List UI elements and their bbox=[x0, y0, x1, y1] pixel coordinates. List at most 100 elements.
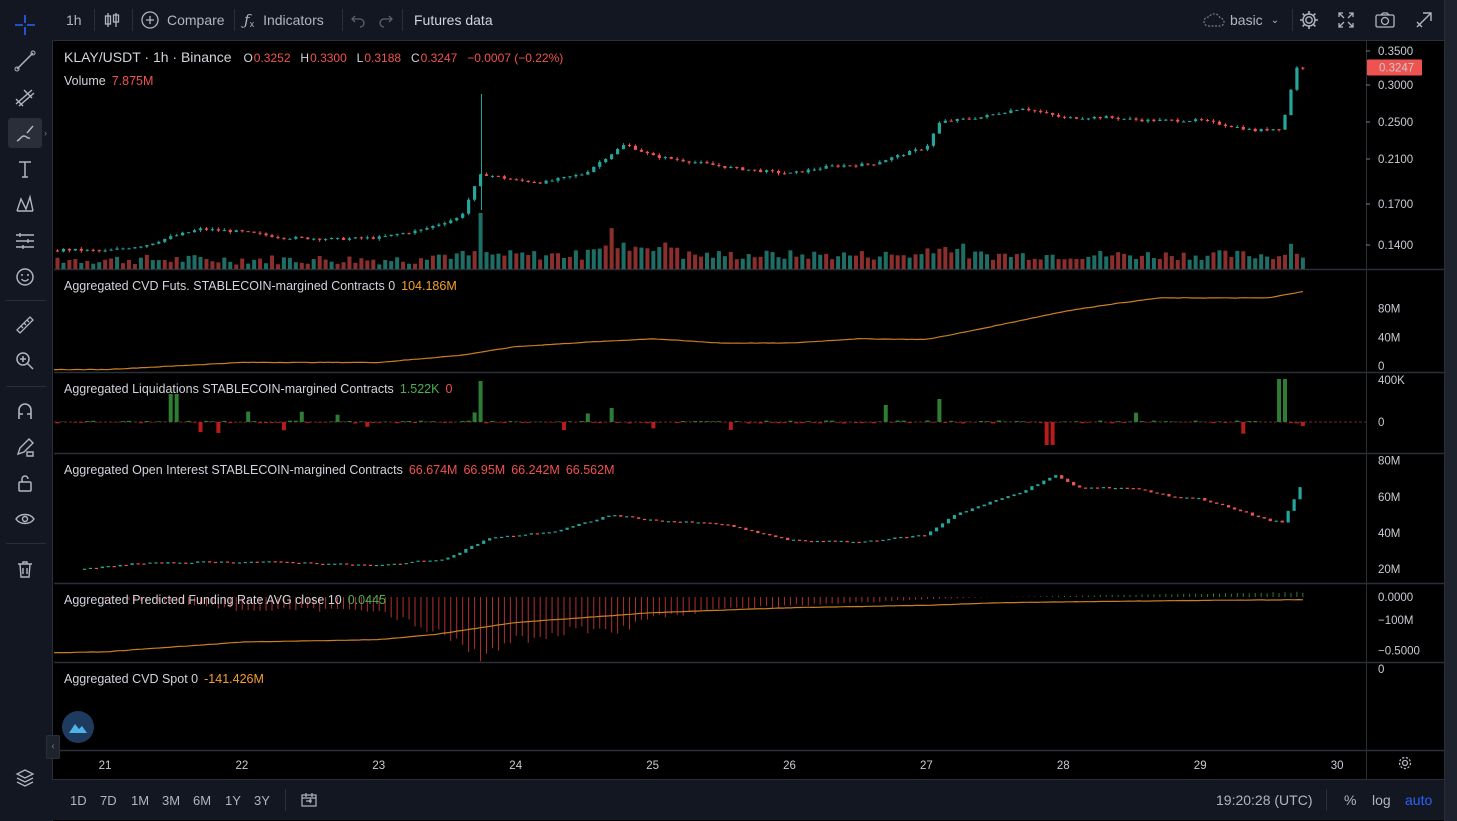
oi-candle bbox=[738, 526, 742, 529]
oi-candle bbox=[869, 540, 873, 542]
toolbar-divider bbox=[132, 9, 133, 31]
candle-body bbox=[1259, 129, 1263, 132]
publish-icon[interactable] bbox=[1414, 0, 1434, 40]
trash-icon[interactable] bbox=[8, 554, 42, 584]
candle-body bbox=[651, 153, 655, 156]
candle-body bbox=[574, 174, 578, 177]
liquidation-bar bbox=[800, 422, 805, 424]
volume-bar bbox=[520, 252, 525, 269]
oi-candle bbox=[124, 564, 128, 567]
crosshair-icon[interactable] bbox=[8, 10, 42, 40]
lock-icon[interactable] bbox=[8, 468, 42, 498]
utc-clock[interactable]: 19:20:28 (UTC) bbox=[1216, 780, 1312, 820]
compare-button[interactable]: Compare bbox=[140, 0, 225, 40]
oi-candle bbox=[607, 515, 611, 518]
emoji-icon[interactable] bbox=[8, 262, 42, 292]
oi-candle bbox=[112, 566, 116, 568]
text-tool-icon[interactable] bbox=[8, 154, 42, 184]
range-1m-button[interactable]: 1M bbox=[131, 780, 149, 820]
interval-button[interactable]: 1h bbox=[66, 0, 82, 40]
candle-body bbox=[282, 237, 286, 239]
volume-bar bbox=[1199, 259, 1204, 269]
camera-icon[interactable] bbox=[1374, 0, 1396, 40]
range-7d-button[interactable]: 7D bbox=[100, 780, 117, 820]
liquidation-bar bbox=[955, 422, 960, 423]
oi-candle bbox=[905, 537, 909, 539]
price-tick-label: 0.2500 bbox=[1378, 117, 1413, 129]
futures-data-button[interactable]: Futures data bbox=[414, 0, 493, 40]
oi-candle bbox=[249, 561, 253, 563]
volume-bar bbox=[407, 263, 412, 269]
liquidation-bar bbox=[508, 421, 513, 422]
oi-candle bbox=[291, 561, 295, 564]
prediction-icon[interactable] bbox=[8, 226, 42, 256]
volume-value: 7.875M bbox=[111, 74, 154, 88]
magnet-icon[interactable] bbox=[8, 396, 42, 426]
trend-line-icon[interactable] bbox=[8, 46, 42, 76]
volume-bar bbox=[1134, 258, 1139, 269]
pattern-icon[interactable] bbox=[8, 190, 42, 220]
candle-style-icon[interactable] bbox=[102, 0, 122, 40]
lock-pencil-icon[interactable] bbox=[8, 432, 42, 462]
liquidation-bar bbox=[466, 420, 471, 422]
liquidation-bar bbox=[812, 422, 817, 423]
submenu-chevron-icon[interactable]: › bbox=[44, 128, 47, 138]
axis-settings-gear-icon[interactable] bbox=[1396, 754, 1414, 777]
right-sidebar-strip[interactable] bbox=[1444, 0, 1457, 821]
ruler-icon[interactable] bbox=[8, 310, 42, 340]
oi-candle bbox=[416, 560, 420, 562]
goto-date-icon[interactable] bbox=[300, 780, 318, 820]
candle-body bbox=[1027, 108, 1031, 111]
candle-body bbox=[1045, 112, 1049, 114]
candle-body bbox=[866, 163, 870, 165]
compare-label: Compare bbox=[167, 12, 225, 28]
liquidation-bar bbox=[73, 422, 78, 423]
undo-icon[interactable] bbox=[350, 0, 366, 40]
eye-icon[interactable] bbox=[8, 504, 42, 534]
percent-scale-toggle[interactable]: % bbox=[1344, 780, 1356, 820]
cvd-futs-value: 104.186M bbox=[401, 279, 457, 293]
oi-candle bbox=[219, 561, 224, 563]
volume-bar bbox=[109, 258, 114, 269]
candle-body bbox=[967, 118, 971, 120]
range-6m-button[interactable]: 6M bbox=[193, 780, 211, 820]
oi-candle bbox=[1042, 480, 1046, 485]
oi-candle bbox=[1030, 486, 1034, 491]
oi-candle bbox=[613, 515, 617, 517]
candle-body bbox=[735, 167, 739, 169]
fullscreen-icon[interactable] bbox=[1336, 0, 1356, 40]
brush-icon[interactable] bbox=[8, 118, 42, 148]
liquidation-bar bbox=[126, 420, 131, 422]
candle-body bbox=[407, 233, 411, 235]
exchange-logo-icon[interactable] bbox=[62, 711, 94, 743]
redo-icon[interactable] bbox=[378, 0, 394, 40]
settings-gear-icon[interactable] bbox=[1298, 0, 1320, 40]
layout-selector[interactable]: basic ⌄ bbox=[1202, 0, 1279, 40]
log-scale-toggle[interactable]: log bbox=[1372, 780, 1391, 820]
volume-bar bbox=[269, 255, 274, 269]
collapse-panel-chevron-icon[interactable]: ‹ bbox=[46, 735, 60, 759]
chart-area[interactable]: 0.3500 0.3000 0.2500 0.2100 0.1700 0.1400 0.32… bbox=[46, 40, 1444, 779]
range-3m-button[interactable]: 3M bbox=[162, 780, 180, 820]
oi-candle bbox=[1191, 497, 1195, 499]
range-1y-button[interactable]: 1Y bbox=[225, 780, 241, 820]
candle-body bbox=[1062, 116, 1067, 118]
volume-bar bbox=[949, 252, 954, 269]
indicators-button[interactable]: ƒx Indicators bbox=[244, 0, 324, 40]
range-3y-button[interactable]: 3Y bbox=[254, 780, 270, 820]
volume-bar bbox=[716, 251, 721, 269]
chart-canvas[interactable]: 0.3500 0.3000 0.2500 0.2100 0.1700 0.1400 0.32… bbox=[54, 40, 1444, 779]
liquidation-bar bbox=[329, 421, 334, 422]
auto-scale-toggle[interactable]: auto bbox=[1405, 780, 1432, 820]
liquidation-bar bbox=[1002, 421, 1007, 422]
object-tree-icon[interactable] bbox=[8, 763, 42, 793]
range-1d-button[interactable]: 1D bbox=[70, 780, 87, 820]
zoom-in-icon[interactable] bbox=[8, 346, 42, 376]
liquidation-bar bbox=[222, 420, 227, 422]
candle-body bbox=[1033, 110, 1037, 112]
liquidation-bar bbox=[210, 421, 215, 422]
oi-candle bbox=[672, 521, 676, 523]
candle-body bbox=[985, 115, 989, 118]
liquidation-bar bbox=[91, 420, 96, 422]
pitchfork-icon[interactable] bbox=[8, 82, 42, 112]
